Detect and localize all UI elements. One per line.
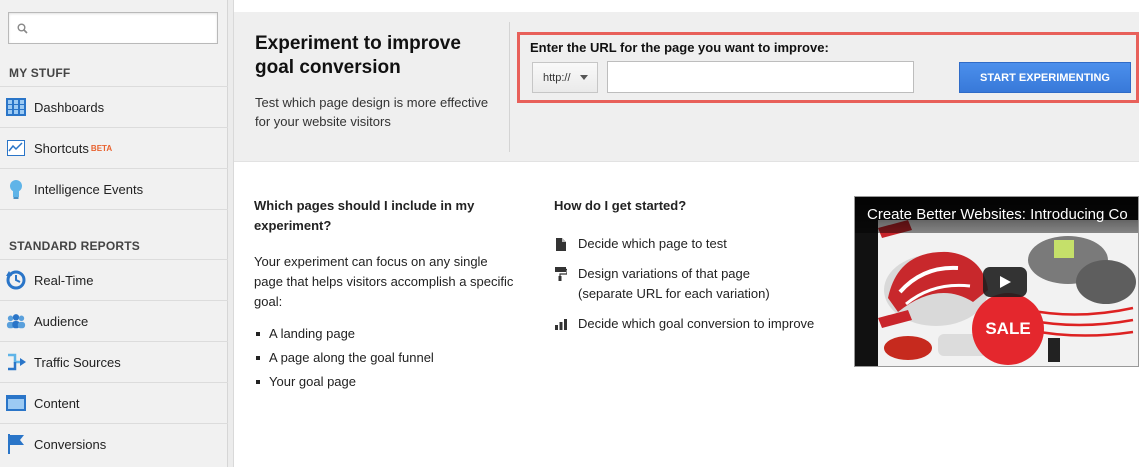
- chevron-down-icon: [580, 75, 588, 80]
- content-window-icon: [6, 393, 26, 413]
- divider: [509, 22, 510, 152]
- protocol-value: http://: [543, 71, 571, 84]
- getting-started-question: How do I get started?: [554, 198, 687, 213]
- step-text: Decide which goal conversion to improve: [578, 316, 815, 331]
- search-icon: [17, 23, 28, 34]
- url-input[interactable]: [607, 61, 914, 93]
- list-item: Your goal page: [254, 370, 519, 394]
- play-icon: [1000, 276, 1011, 288]
- step-item: Design variations of that page (separate…: [554, 264, 834, 304]
- sidebar-item-label: Shortcuts: [34, 140, 89, 156]
- sidebar-item-label: Conversions: [34, 436, 107, 452]
- document-icon: [554, 237, 568, 251]
- realtime-clock-icon: [6, 270, 26, 290]
- sidebar-item-traffic-sources[interactable]: Traffic Sources: [0, 341, 228, 382]
- start-experimenting-button[interactable]: START EXPERIMENTING: [959, 62, 1131, 93]
- my-stuff-heading: MY STUFF: [9, 66, 71, 80]
- sidebar-item-label: Dashboards: [34, 99, 105, 115]
- sidebar-item-real-time[interactable]: Real-Time: [0, 259, 228, 300]
- sidebar-item-audience[interactable]: Audience: [0, 300, 228, 341]
- step-subtext: (separate URL for each variation): [578, 286, 770, 301]
- sidebar-item-label: Intelligence Events: [34, 181, 144, 197]
- sidebar-item-intelligence-events[interactable]: Intelligence Events: [0, 168, 228, 209]
- sidebar-item-label: Real-Time: [34, 272, 94, 288]
- audience-people-icon: [6, 311, 26, 331]
- url-entry-panel: Enter the URL for the page you want to i…: [517, 32, 1139, 103]
- getting-started-section: How do I get started? Decide which page …: [554, 196, 834, 344]
- sale-badge: SALE: [972, 293, 1044, 365]
- conversions-flag-icon: [6, 434, 26, 454]
- play-button[interactable]: [983, 267, 1027, 297]
- divider: [0, 209, 228, 210]
- pages-question: Which pages should I include in my exper…: [254, 198, 475, 233]
- experiment-header: Experiment to improve goal conversion Te…: [234, 12, 1139, 162]
- pages-paragraph: Your experiment can focus on any single …: [254, 254, 514, 309]
- pages-info-section: Which pages should I include in my exper…: [254, 196, 519, 394]
- sidebar-item-dashboards[interactable]: Dashboards: [0, 86, 228, 127]
- sidebar-item-label: Audience: [34, 313, 89, 329]
- sidebar-search[interactable]: [8, 12, 218, 44]
- step-text: Decide which page to test: [578, 236, 727, 251]
- list-item: A landing page: [254, 322, 519, 346]
- list-item: A page along the goal funnel: [254, 346, 519, 370]
- page-type-list: A landing page A page along the goal fun…: [254, 322, 519, 394]
- sidebar-item-conversions[interactable]: Conversions: [0, 423, 228, 464]
- step-text: Design variations of that page: [578, 266, 750, 281]
- search-input[interactable]: [33, 16, 213, 40]
- video-player[interactable]: SALE Create Better Websites: Introducing…: [854, 196, 1139, 367]
- step-item: Decide which page to test: [554, 234, 834, 254]
- url-label: Enter the URL for the page you want to i…: [530, 40, 829, 55]
- video-title[interactable]: Create Better Websites: Introducing Co: [855, 197, 1138, 233]
- shortcuts-icon: [6, 138, 26, 158]
- traffic-arrows-icon: [6, 352, 26, 372]
- protocol-select[interactable]: http://: [532, 62, 598, 93]
- bar-chart-icon: [554, 317, 568, 331]
- standard-reports-heading: STANDARD REPORTS: [9, 239, 140, 253]
- sidebar-item-content[interactable]: Content: [0, 382, 228, 423]
- sidebar: MY STUFF Dashboards Shortcuts BETA Intel…: [0, 0, 228, 467]
- page-title: Experiment to improve goal conversion: [255, 33, 461, 78]
- sidebar-item-label: Content: [34, 395, 80, 411]
- paint-roller-icon: [554, 267, 568, 281]
- dashboard-grid-icon: [6, 97, 26, 117]
- step-item: Decide which goal conversion to improve: [554, 314, 834, 334]
- sidebar-item-label: Traffic Sources: [34, 354, 121, 370]
- page-subtitle: Test which page design is more effective…: [255, 95, 489, 129]
- sidebar-item-shortcuts[interactable]: Shortcuts BETA: [0, 127, 228, 168]
- beta-badge: BETA: [90, 143, 113, 153]
- lightbulb-icon: [6, 179, 26, 199]
